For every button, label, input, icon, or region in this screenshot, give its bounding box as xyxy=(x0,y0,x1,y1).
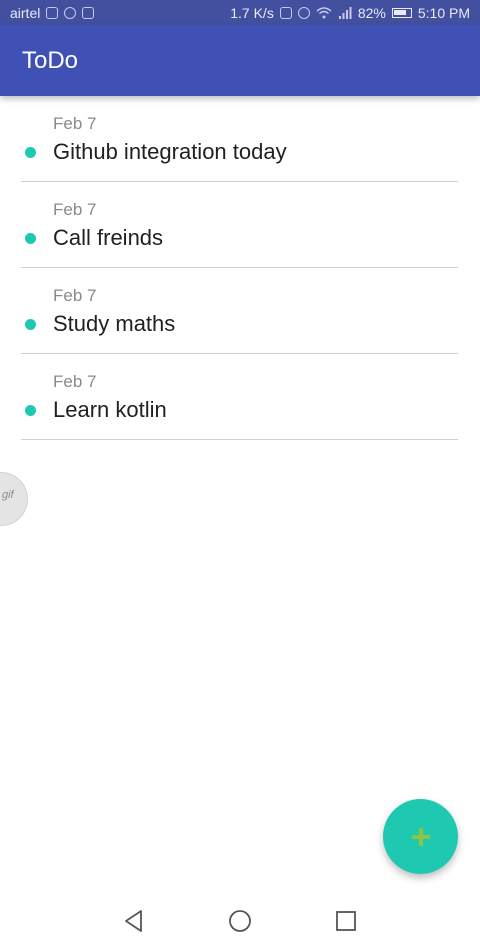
todo-item[interactable]: Feb 7 Learn kotlin xyxy=(0,354,480,440)
bullet-dot-icon xyxy=(25,147,36,158)
todo-item[interactable]: Feb 7 Call freinds xyxy=(0,182,480,268)
todo-date: Feb 7 xyxy=(53,114,97,133)
nfc-icon xyxy=(279,6,292,19)
todo-date: Feb 7 xyxy=(53,200,97,219)
wifi-icon xyxy=(316,6,332,18)
todo-title: Call freinds xyxy=(53,225,164,250)
todo-title: Github integration today xyxy=(53,139,287,164)
app-title: ToDo xyxy=(22,46,79,74)
whatsapp-icon xyxy=(64,6,77,19)
divider xyxy=(21,439,458,440)
todo-item[interactable]: Feb 7 Study maths xyxy=(0,268,480,354)
recents-icon[interactable] xyxy=(333,908,359,934)
clock: 5:10 PM xyxy=(417,4,470,21)
bullet-dot-icon xyxy=(25,319,36,330)
todo-title: Learn kotlin xyxy=(53,397,167,422)
status-bar: airtel 1.7 K/s 82% 5:10 PM xyxy=(0,0,480,25)
app-bar: ToDo xyxy=(0,25,480,96)
navigation-bar xyxy=(0,894,480,949)
notification-icon xyxy=(82,6,95,19)
gif-label: gif xyxy=(2,489,14,501)
battery-icon xyxy=(391,7,412,18)
todo-title: Study maths xyxy=(53,311,176,336)
alarm-icon xyxy=(297,6,310,19)
todo-screen: airtel 1.7 K/s 82% 5:10 PM ToDo Feb 7 Gi… xyxy=(0,0,480,949)
signal-icon xyxy=(46,6,59,19)
todo-list: Feb 7 Github integration today Feb 7 Cal… xyxy=(0,96,480,440)
network-speed: 1.7 K/s xyxy=(230,4,274,21)
plus-icon xyxy=(411,827,430,846)
todo-item[interactable]: Feb 7 Github integration today xyxy=(0,96,480,182)
todo-date: Feb 7 xyxy=(53,286,97,305)
bullet-dot-icon xyxy=(25,233,36,244)
back-icon[interactable] xyxy=(121,908,147,934)
bullet-dot-icon xyxy=(25,405,36,416)
add-todo-button[interactable] xyxy=(383,799,458,874)
carrier-label: airtel xyxy=(10,4,41,21)
cell-signal-icon xyxy=(338,6,352,19)
todo-date: Feb 7 xyxy=(53,372,97,391)
home-icon[interactable] xyxy=(227,908,253,934)
battery-percent: 82% xyxy=(357,4,386,21)
